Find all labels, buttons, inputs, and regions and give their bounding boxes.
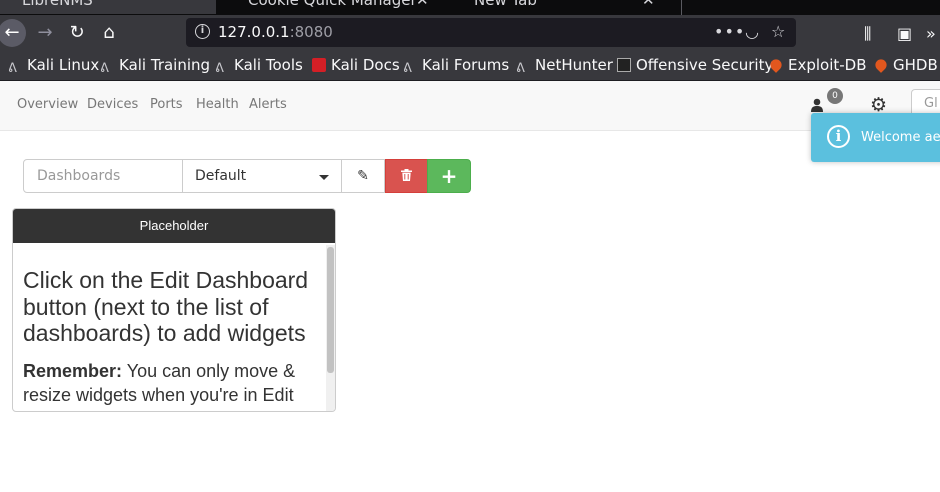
scrollbar-thumb[interactable] <box>327 247 334 373</box>
pocket-icon[interactable]: ◡ <box>745 22 759 41</box>
url-bar[interactable]: i 127.0.0.1:8080 ••• ◡ ☆ <box>186 18 796 47</box>
kali-dragon-icon: ᕕ <box>215 61 224 76</box>
bookmark-kali-training[interactable]: ᕕ Kali Training <box>100 56 211 76</box>
widget-title[interactable]: Placeholder <box>13 209 335 243</box>
toast-message: Welcome aeo <box>861 130 940 145</box>
ghdb-icon <box>873 57 889 73</box>
close-icon[interactable]: ✕ <box>642 0 655 10</box>
placeholder-widget: Placeholder Click on the Edit Dashboard … <box>12 208 336 412</box>
url-host: 127.0.0.1 <box>218 23 290 41</box>
dashboard-selected-value: Default <box>195 168 247 184</box>
bookmark-kali-docs[interactable]: Kali Docs <box>312 56 400 74</box>
bookmark-label: Exploit-DB <box>788 56 867 74</box>
forward-arrow-icon[interactable]: → <box>31 19 59 47</box>
offsec-icon <box>617 58 631 72</box>
bookmarks-toolbar: ᕕ Kali Linux ᕕ Kali Training ᕕ Kali Tools K… <box>0 50 940 81</box>
exploit-db-icon <box>768 57 784 73</box>
app-navbar: Overview Devices Ports Health Alerts 0 ⚙… <box>0 81 940 131</box>
tab-new-tab[interactable]: New Tab ✕ <box>440 0 666 14</box>
home-icon[interactable]: ⌂ <box>95 19 123 47</box>
add-dashboard-button[interactable]: + <box>427 159 471 193</box>
remember-label: Remember: <box>23 360 123 381</box>
info-icon: i <box>827 125 850 148</box>
nav-ports[interactable]: Ports <box>150 97 183 112</box>
url-text: 127.0.0.1:8080 <box>218 23 333 41</box>
dashboard-select[interactable]: Default <box>182 159 342 193</box>
bookmark-label: Kali Tools <box>234 56 303 74</box>
bookmark-kali-tools[interactable]: ᕕ Kali Tools <box>215 56 303 76</box>
bookmark-star-icon[interactable]: ☆ <box>771 22 785 41</box>
bookmark-label: Kali Training <box>119 56 211 74</box>
library-icon[interactable]: ⫼ <box>864 24 871 44</box>
nethunter-icon: ᕕ <box>516 61 525 76</box>
nav-overview[interactable]: Overview <box>17 97 78 112</box>
kali-dragon-icon: ᕕ <box>100 61 109 76</box>
bookmark-offensive-security[interactable]: Offensive Security <box>617 56 773 74</box>
widget-body: Click on the Edit Dashboard button (next… <box>23 267 323 412</box>
close-icon[interactable]: ✕ <box>416 0 429 10</box>
widget-heading: Click on the Edit Dashboard button (next… <box>23 267 309 346</box>
caret-down-icon <box>319 175 329 180</box>
widget-scrollbar[interactable] <box>326 245 335 411</box>
page-actions-icon[interactable]: ••• <box>714 22 745 41</box>
bookmark-ghdb[interactable]: GHDB <box>873 56 938 74</box>
url-port: :8080 <box>289 23 333 41</box>
tab-title: New Tab <box>474 0 537 9</box>
browser-toolbar: ← → ↻ ⌂ i 127.0.0.1:8080 ••• ◡ ☆ ⫼ ▣ » <box>0 15 940 50</box>
kali-dragon-icon: ᕕ <box>403 61 412 76</box>
trash-icon <box>401 169 412 181</box>
bookmark-kali-forums[interactable]: ᕕ Kali Forums <box>403 56 510 76</box>
tab-title: Cookie Quick Manager <box>248 0 417 9</box>
bookmark-label: Kali Linux <box>27 56 100 74</box>
bookmark-label: Offensive Security <box>636 56 774 74</box>
tab-cookie-quick-manager[interactable]: Cookie Quick Manager ✕ <box>216 0 440 14</box>
site-info-icon[interactable]: i <box>195 24 210 39</box>
bookmark-exploit-db[interactable]: Exploit-DB <box>768 56 867 74</box>
bookmark-label: GHDB <box>893 56 938 74</box>
edit-dashboard-button[interactable]: ✎ <box>341 159 385 193</box>
welcome-toast[interactable]: i Welcome aeo <box>811 113 940 162</box>
tab-title: LibreNMS <box>22 0 93 9</box>
plus-icon: + <box>440 164 458 188</box>
tab-librenms[interactable]: LibreNMS <box>0 0 216 14</box>
edit-icon: ✎ <box>357 168 369 184</box>
notification-badge: 0 <box>827 88 843 104</box>
back-arrow-icon[interactable]: ← <box>0 19 26 47</box>
bookmark-nethunter[interactable]: ᕕ NetHunter <box>516 56 613 76</box>
overflow-menu-icon[interactable]: » <box>926 24 936 43</box>
bookmark-kali-linux[interactable]: ᕕ Kali Linux <box>8 56 100 76</box>
bookmark-label: Kali Forums <box>422 56 510 74</box>
nav-health[interactable]: Health <box>196 97 239 112</box>
widget-remember: Remember: You can only move & resize wid… <box>23 359 323 412</box>
delete-dashboard-button[interactable] <box>385 159 428 193</box>
search-placeholder: Gl <box>924 96 938 111</box>
nav-devices[interactable]: Devices <box>87 97 138 112</box>
kali-dragon-icon: ᕕ <box>8 61 17 76</box>
tab-separator <box>681 0 682 15</box>
kali-docs-icon <box>312 58 326 72</box>
bookmark-label: NetHunter <box>535 56 613 74</box>
browser-tab-strip: LibreNMS Cookie Quick Manager ✕ New Tab … <box>0 0 940 15</box>
sidebar-icon[interactable]: ▣ <box>897 24 912 43</box>
dashboards-label: Dashboards <box>23 159 183 193</box>
dashboards-label-text: Dashboards <box>37 168 121 184</box>
nav-alerts[interactable]: Alerts <box>249 97 287 112</box>
reload-icon[interactable]: ↻ <box>63 19 91 47</box>
bookmark-label: Kali Docs <box>331 56 400 74</box>
user-icon[interactable] <box>810 98 824 112</box>
